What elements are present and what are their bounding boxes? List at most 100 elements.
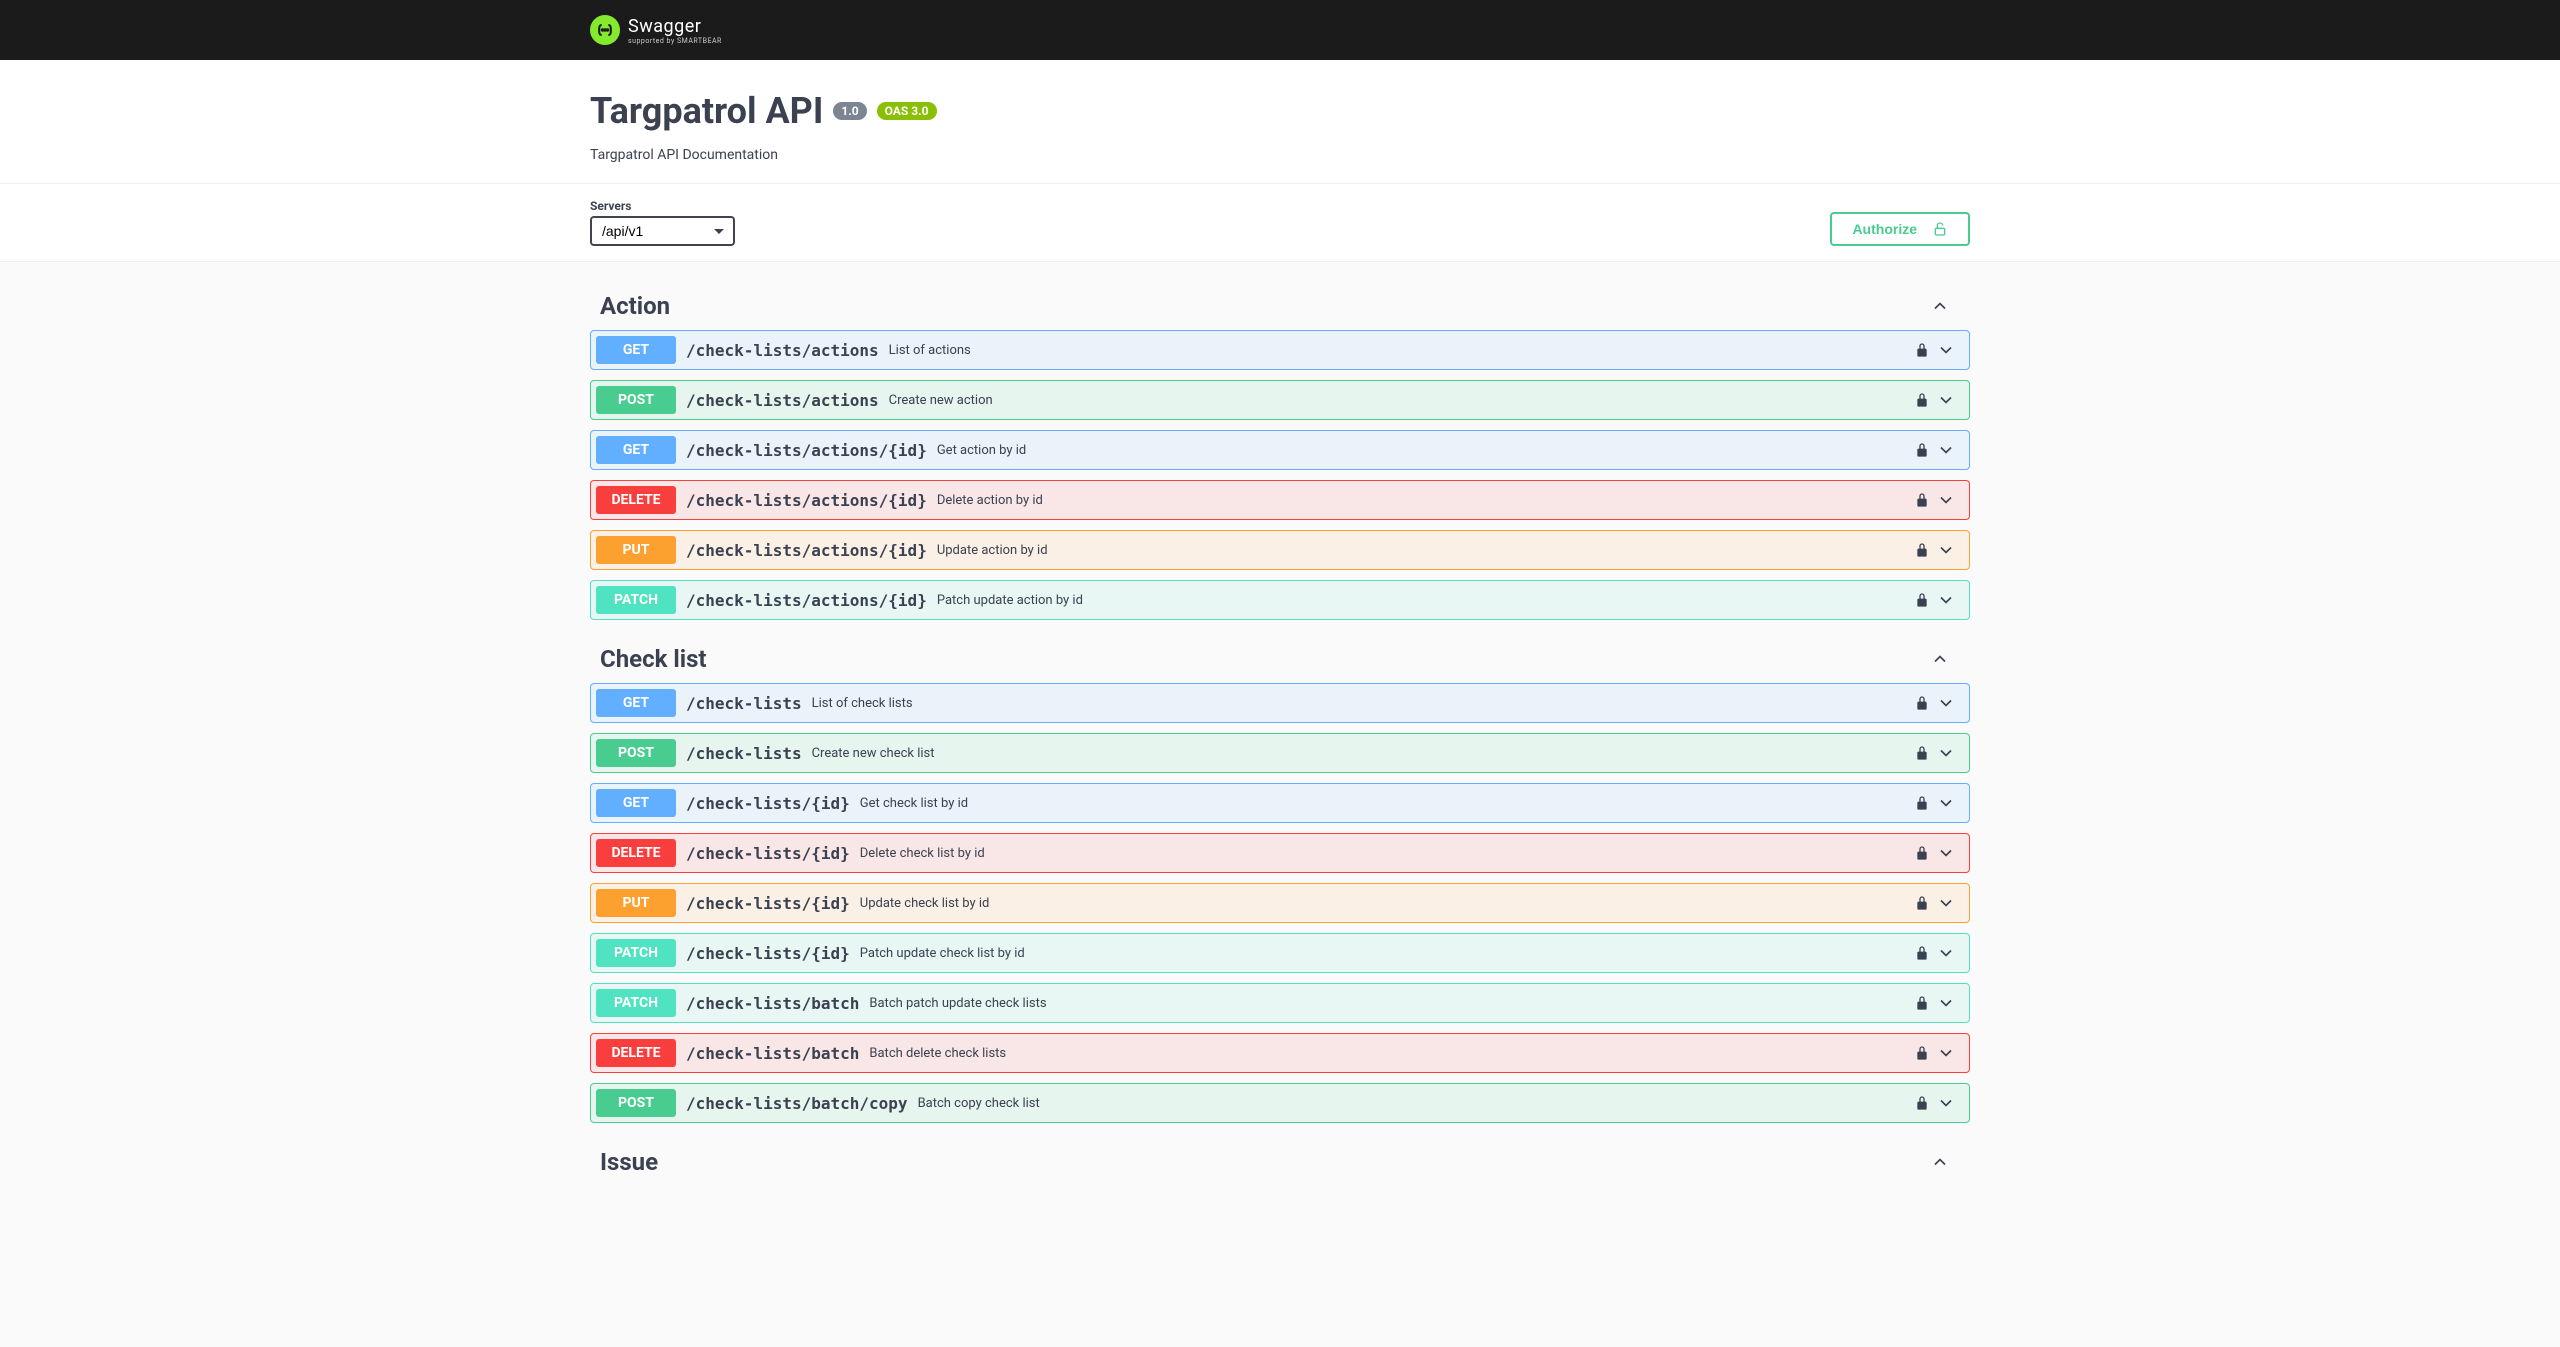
operation-desc: Update action by id — [937, 543, 1914, 558]
chevron-down-icon — [1936, 340, 1956, 360]
operation-summary[interactable]: PUT/check-lists/actions/{id}Update actio… — [591, 531, 1969, 569]
operation-desc: Batch copy check list — [918, 1096, 1914, 1111]
operation-path: /check-lists/batch — [686, 1044, 859, 1063]
operation-desc: Create new check list — [812, 746, 1914, 761]
operation-block[interactable]: GET/check-lists/actionsList of actions — [590, 330, 1970, 370]
tag-name: Issue — [600, 1148, 658, 1176]
operation-desc: Get check list by id — [860, 796, 1914, 811]
operation-path: /check-lists/{id} — [686, 794, 850, 813]
tag-header[interactable]: Action — [590, 282, 1970, 330]
operation-summary[interactable]: POST/check-listsCreate new check list — [591, 734, 1969, 772]
operation-block[interactable]: POST/check-lists/actionsCreate new actio… — [590, 380, 1970, 420]
method-badge: GET — [596, 789, 676, 817]
lock-icon[interactable] — [1914, 542, 1930, 558]
chevron-down-icon — [1936, 1043, 1956, 1063]
tag-header[interactable]: Issue — [590, 1138, 1970, 1186]
chevron-up-icon — [1930, 296, 1950, 316]
operation-block[interactable]: POST/check-listsCreate new check list — [590, 733, 1970, 773]
operation-actions — [1914, 893, 1964, 913]
operation-block[interactable]: PATCH/check-lists/{id}Patch update check… — [590, 933, 1970, 973]
servers-label: Servers — [590, 199, 735, 213]
operation-block[interactable]: GET/check-lists/{id} Get check list by id — [590, 783, 1970, 823]
method-badge: PATCH — [596, 939, 676, 967]
operation-desc: Delete check list by id — [860, 846, 1914, 861]
operation-block[interactable]: GET/check-listsList of check lists — [590, 683, 1970, 723]
method-badge: PATCH — [596, 989, 676, 1017]
operation-summary[interactable]: GET/check-listsList of check lists — [591, 684, 1969, 722]
method-badge: POST — [596, 386, 676, 414]
swagger-logo[interactable]: Swagger supported by SMARTBEAR — [590, 15, 722, 45]
tag-header[interactable]: Check list — [590, 635, 1970, 683]
lock-icon[interactable] — [1914, 492, 1930, 508]
lock-icon[interactable] — [1914, 342, 1930, 358]
operation-summary[interactable]: DELETE/check-lists/{id}Delete check list… — [591, 834, 1969, 872]
operation-block[interactable]: PUT/check-lists/{id}Update check list by… — [590, 883, 1970, 923]
operation-summary[interactable]: POST/check-lists/actionsCreate new actio… — [591, 381, 1969, 419]
operation-desc: Batch delete check lists — [869, 1046, 1914, 1061]
method-badge: PUT — [596, 889, 676, 917]
operations-list: GET/check-lists/actionsList of actions PO… — [590, 330, 1970, 620]
lock-icon[interactable] — [1914, 1045, 1930, 1061]
swagger-icon — [590, 15, 620, 45]
operation-block[interactable]: PATCH/check-lists/actions/{id}Patch upda… — [590, 580, 1970, 620]
operation-summary[interactable]: PATCH/check-lists/actions/{id}Patch upda… — [591, 581, 1969, 619]
chevron-down-icon — [1936, 893, 1956, 913]
lock-icon[interactable] — [1914, 745, 1930, 761]
operation-summary[interactable]: GET/check-lists/actionsList of actions — [591, 331, 1969, 369]
scheme-section: Servers /api/v1 Authorize — [0, 184, 2560, 262]
operation-summary[interactable]: GET/check-lists/actions/{id}Get action b… — [591, 431, 1969, 469]
lock-icon[interactable] — [1914, 845, 1930, 861]
chevron-down-icon — [1936, 993, 1956, 1013]
chevron-down-icon — [1936, 590, 1956, 610]
operation-summary[interactable]: DELETE/check-lists/actions/{id}Delete ac… — [591, 481, 1969, 519]
method-badge: DELETE — [596, 839, 676, 867]
info-section: Targpatrol API 1.0 OAS 3.0 Targpatrol AP… — [0, 60, 2560, 184]
version-badge: 1.0 — [833, 102, 866, 120]
lock-icon[interactable] — [1914, 592, 1930, 608]
method-badge: DELETE — [596, 1039, 676, 1067]
operation-block[interactable]: PUT/check-lists/actions/{id}Update actio… — [590, 530, 1970, 570]
authorize-button[interactable]: Authorize — [1830, 212, 1970, 246]
operation-summary[interactable]: PUT/check-lists/{id}Update check list by… — [591, 884, 1969, 922]
operation-block[interactable]: DELETE/check-lists/actions/{id}Delete ac… — [590, 480, 1970, 520]
operation-actions — [1914, 743, 1964, 763]
operation-summary[interactable]: PATCH/check-lists/{id}Patch update check… — [591, 934, 1969, 972]
lock-icon[interactable] — [1914, 995, 1930, 1011]
operation-path: /check-lists/actions/{id} — [686, 591, 927, 610]
operation-block[interactable]: GET/check-lists/actions/{id}Get action b… — [590, 430, 1970, 470]
operation-desc: Delete action by id — [937, 493, 1914, 508]
method-badge: DELETE — [596, 486, 676, 514]
operation-desc: Get action by id — [937, 443, 1914, 458]
lock-icon[interactable] — [1914, 945, 1930, 961]
operation-desc: List of check lists — [812, 696, 1914, 711]
operation-summary[interactable]: POST/check-lists/batch/copyBatch copy ch… — [591, 1084, 1969, 1122]
chevron-down-icon — [1936, 843, 1956, 863]
method-badge: POST — [596, 1089, 676, 1117]
operation-actions — [1914, 693, 1964, 713]
operation-actions — [1914, 943, 1964, 963]
lock-icon[interactable] — [1914, 392, 1930, 408]
operation-summary[interactable]: GET/check-lists/{id} Get check list by id — [591, 784, 1969, 822]
operation-block[interactable]: POST/check-lists/batch/copyBatch copy ch… — [590, 1083, 1970, 1123]
operation-actions — [1914, 843, 1964, 863]
operation-block[interactable]: PATCH/check-lists/batchBatch patch updat… — [590, 983, 1970, 1023]
operation-desc: Update check list by id — [860, 896, 1914, 911]
operation-path: /check-lists/batch — [686, 994, 859, 1013]
lock-icon[interactable] — [1914, 795, 1930, 811]
operation-block[interactable]: DELETE/check-lists/batch Batch delete che… — [590, 1033, 1970, 1073]
lock-icon[interactable] — [1914, 1095, 1930, 1111]
servers-select[interactable]: /api/v1 — [590, 216, 735, 246]
operation-summary[interactable]: DELETE/check-lists/batch Batch delete che… — [591, 1034, 1969, 1072]
tags-section: ActionGET/check-lists/actionsList of act… — [0, 262, 2560, 1241]
chevron-up-icon — [1930, 649, 1950, 669]
lock-icon[interactable] — [1914, 695, 1930, 711]
lock-icon[interactable] — [1914, 442, 1930, 458]
operation-actions — [1914, 1043, 1964, 1063]
lock-icon[interactable] — [1914, 895, 1930, 911]
unlock-icon — [1932, 221, 1948, 237]
method-badge: POST — [596, 739, 676, 767]
api-title: Targpatrol API — [590, 90, 823, 132]
oas-badge: OAS 3.0 — [877, 102, 937, 120]
operation-block[interactable]: DELETE/check-lists/{id}Delete check list… — [590, 833, 1970, 873]
operation-summary[interactable]: PATCH/check-lists/batchBatch patch updat… — [591, 984, 1969, 1022]
